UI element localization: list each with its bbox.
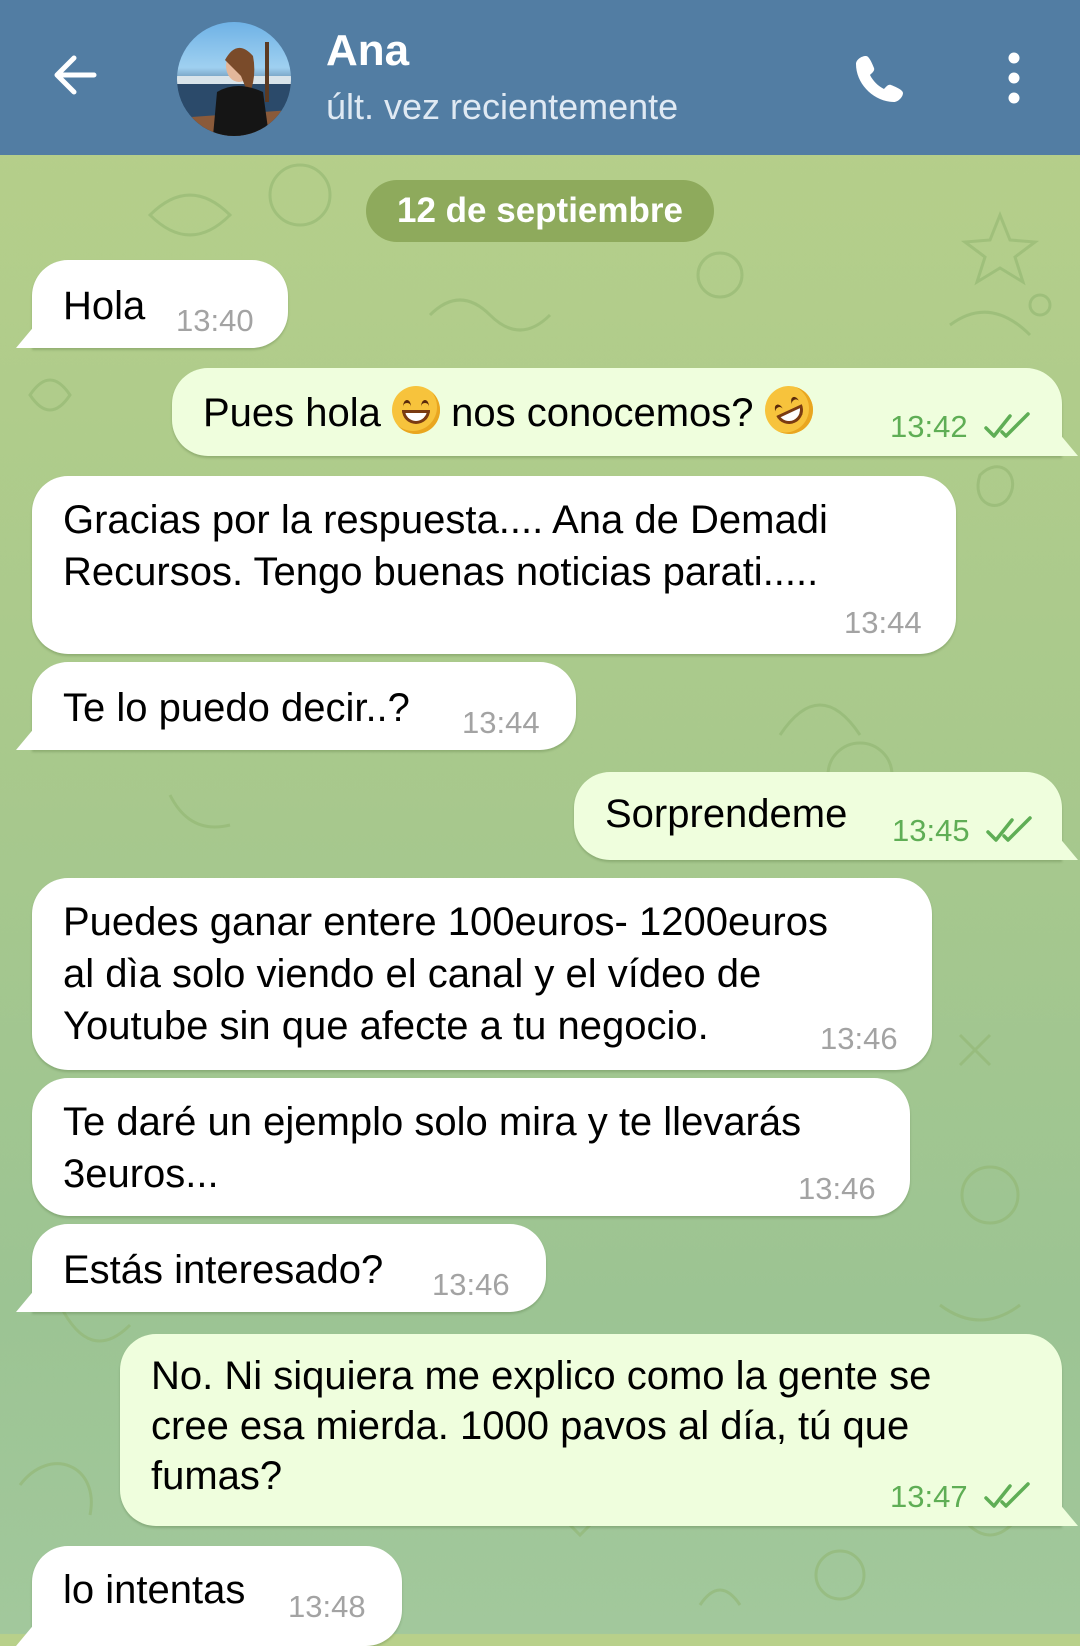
message-text: Pues hola nos conocemos? (203, 378, 821, 442)
message-time: 13:46 (432, 1267, 510, 1302)
message-incoming[interactable]: Puedes ganar entere 100euros- 1200euros … (32, 878, 932, 1070)
message-time: 13:44 (844, 605, 922, 640)
message-outgoing[interactable]: Pues hola nos conocemos? 13:42 (172, 368, 1062, 456)
message-time: 13:42 (890, 409, 968, 444)
more-vertical-icon[interactable] (1000, 52, 1028, 104)
message-text: Hola (63, 284, 146, 328)
double-check-icon (984, 1482, 1030, 1508)
rofl-emoji (756, 378, 821, 442)
message-incoming[interactable]: lo intentas 13:48 (32, 1546, 402, 1646)
message-time: 13:46 (798, 1171, 876, 1206)
message-incoming[interactable]: Te daré un ejemplo solo mira y te llevar… (32, 1078, 910, 1216)
message-incoming[interactable]: Estás interesado? 13:46 (32, 1224, 546, 1312)
message-text-line: fumas? (151, 1454, 283, 1498)
message-text-line: Te daré un ejemplo solo mira y te llevar… (63, 1100, 802, 1144)
message-incoming[interactable]: Hola 13:40 (32, 260, 288, 348)
message-text-part: Pues hola (203, 391, 393, 435)
message-text-line: Recursos. Tengo buenas noticias parati..… (63, 550, 819, 594)
avatar[interactable] (177, 22, 291, 136)
chat-header: Ana últ. vez recientemente (0, 0, 1080, 155)
message-text-line: 3euros... (63, 1152, 219, 1196)
message-time: 13:48 (288, 1589, 366, 1624)
message-time: 13:40 (176, 303, 254, 338)
contact-name[interactable]: Ana (326, 26, 409, 76)
message-time: 13:46 (820, 1021, 898, 1056)
message-text: lo intentas (63, 1568, 246, 1612)
phone-icon[interactable] (852, 50, 908, 106)
avatar-photo (177, 42, 291, 136)
message-incoming[interactable]: Te lo puedo decir..? 13:44 (32, 662, 576, 750)
last-seen-status: últ. vez recientemente (326, 86, 679, 127)
date-separator: 12 de septiembre (366, 180, 714, 242)
message-time: 13:47 (890, 1479, 968, 1514)
grinning-face-emoji (392, 386, 441, 434)
message-text: Estás interesado? (63, 1248, 384, 1292)
message-outgoing[interactable]: Sorprendeme 13:45 (574, 772, 1062, 860)
message-outgoing[interactable]: No. Ni siquiera me explico como la gente… (120, 1334, 1062, 1526)
message-text-line: al dìa solo viendo el canal y el vídeo d… (63, 952, 762, 996)
double-check-icon (986, 816, 1032, 842)
message-text: Sorprendeme (605, 792, 848, 836)
message-text-line: cree esa mierda. 1000 pavos al día, tú q… (151, 1404, 910, 1448)
message-text-line: Youtube sin que afecte a tu negocio. (63, 1004, 709, 1048)
message-text-line: Puedes ganar entere 100euros- 1200euros (63, 900, 828, 944)
message-text-line: Gracias por la respuesta.... Ana de Dema… (63, 498, 828, 542)
double-check-icon (984, 412, 1030, 438)
message-text-part: nos conocemos? (440, 391, 765, 435)
message-time: 13:44 (462, 705, 540, 740)
back-arrow-icon[interactable] (52, 52, 98, 98)
message-text: Te lo puedo decir..? (63, 686, 410, 730)
message-incoming[interactable]: Gracias por la respuesta.... Ana de Dema… (32, 476, 956, 654)
message-time: 13:45 (892, 813, 970, 848)
message-text-line: No. Ni siquiera me explico como la gente… (151, 1354, 932, 1398)
